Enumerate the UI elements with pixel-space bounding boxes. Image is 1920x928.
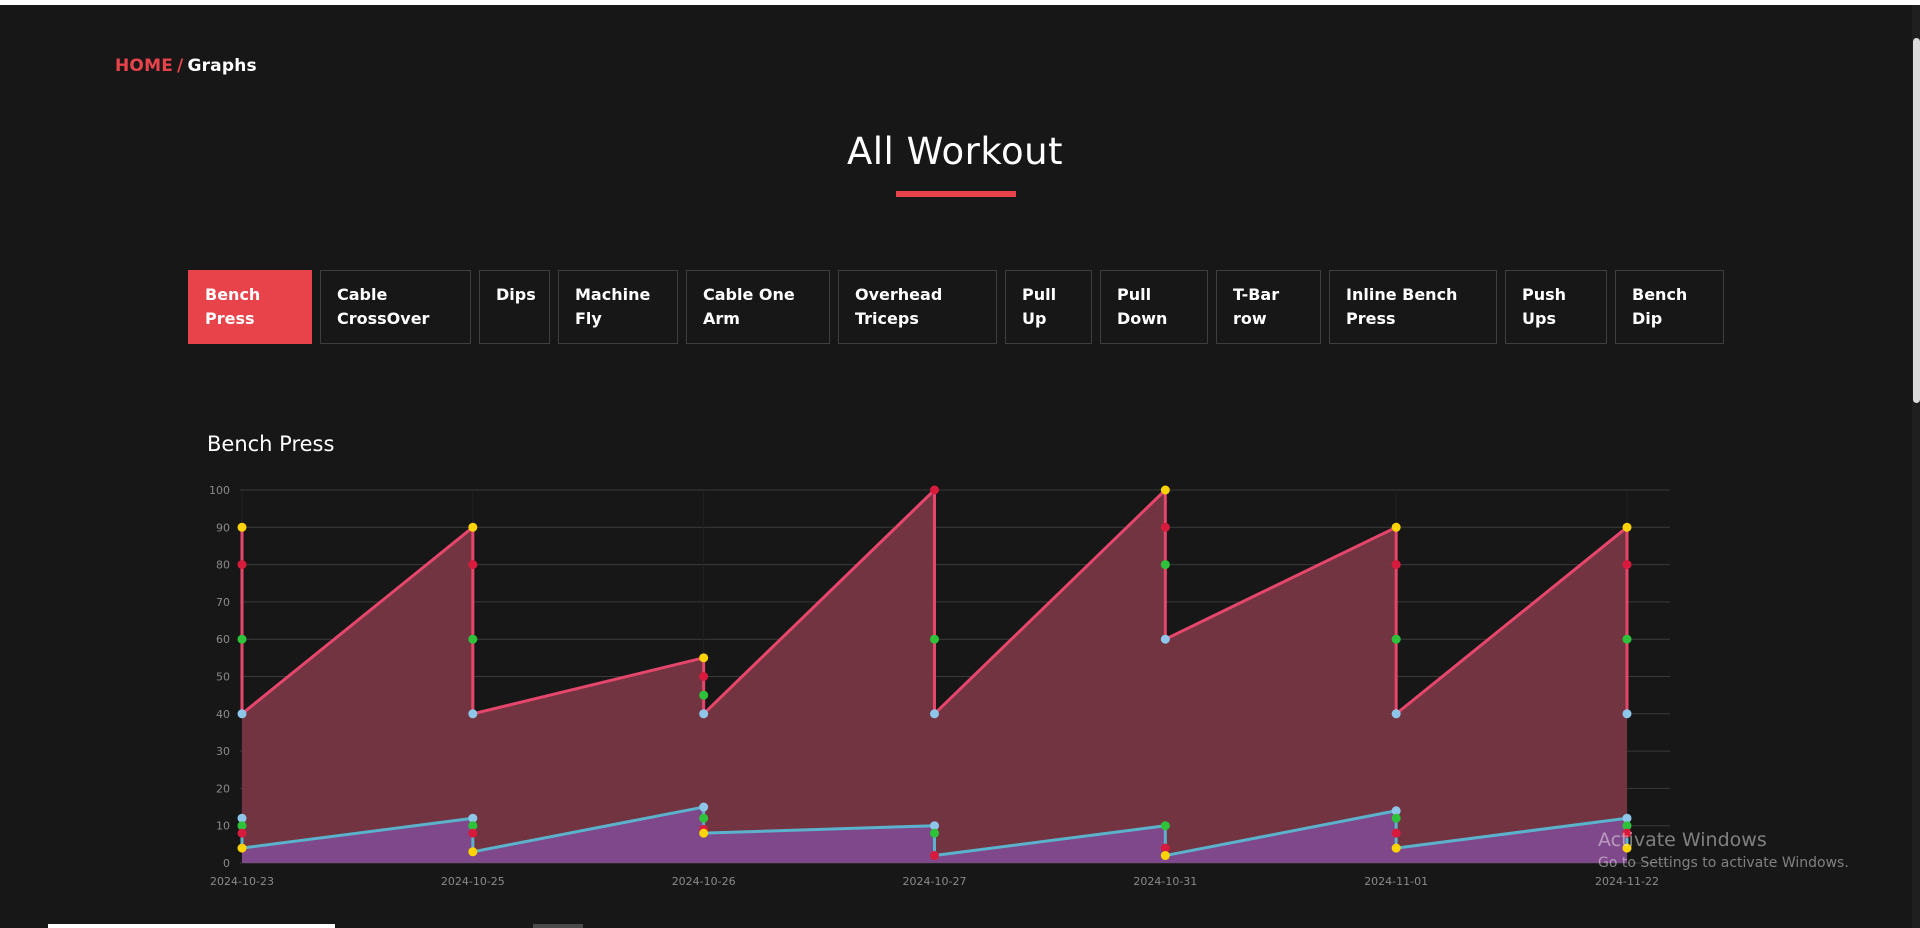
y-tick-label: 50 [216,671,230,684]
tab-pull-up[interactable]: Pull Up [1005,270,1092,344]
breadcrumb-separator: / [177,56,184,76]
breadcrumb: HOME / Graphs [115,56,257,76]
horizontal-scrollbar-segment [533,924,583,928]
tab-push-ups[interactable]: Push Ups [1505,270,1607,344]
title-underline [896,191,1016,197]
tab-dips[interactable]: Dips [479,270,550,344]
x-tick-label: 2024-11-01 [1364,875,1428,888]
data-point [237,828,247,838]
data-point [237,560,247,570]
tab-overhead-triceps[interactable]: Overhead Triceps [838,270,997,344]
exercise-tabs: Bench Press Cable CrossOver Dips Machine… [188,270,1724,344]
tab-inline-bench-press[interactable]: Inline Bench Press [1329,270,1497,344]
data-point [468,709,478,719]
x-tick-label: 2024-10-23 [210,875,274,888]
x-tick-label: 2024-10-27 [903,875,967,888]
y-tick-label: 80 [216,559,230,572]
data-point [468,560,478,570]
data-point [1391,522,1401,532]
y-tick-label: 30 [216,745,230,758]
data-point [1160,634,1170,644]
data-point [699,690,709,700]
tab-t-bar-row[interactable]: T-Bar row [1216,270,1321,344]
data-point [1622,522,1632,532]
x-tick-label: 2024-10-26 [672,875,736,888]
tab-machine-fly[interactable]: Machine Fly [558,270,678,344]
data-point [1391,843,1401,853]
breadcrumb-home-link[interactable]: HOME [115,56,173,76]
tab-pull-down[interactable]: Pull Down [1100,270,1208,344]
tab-cable-one-arm[interactable]: Cable One Arm [686,270,830,344]
data-point [1391,560,1401,570]
data-point [1622,634,1632,644]
y-tick-label: 60 [216,633,230,646]
data-point [1622,709,1632,719]
data-point [699,802,709,812]
y-tick-label: 100 [209,484,230,497]
breadcrumb-current: Graphs [187,56,257,76]
data-point [1160,821,1170,831]
data-point [237,634,247,644]
data-point [1160,485,1170,495]
top-border [0,0,1920,5]
data-point [237,709,247,719]
y-tick-label: 20 [216,782,230,795]
data-point [1391,828,1401,838]
y-tick-label: 0 [223,857,230,870]
data-point [1160,560,1170,570]
data-point [699,828,709,838]
data-point [468,522,478,532]
data-point [930,709,939,719]
tab-bench-dip[interactable]: Bench Dip [1615,270,1724,344]
page-title: All Workout [846,130,1064,173]
vertical-scrollbar-thumb[interactable] [1913,38,1920,403]
data-point [1160,851,1170,861]
y-tick-label: 90 [216,521,230,534]
bench-press-chart: 0 10 20 30 40 50 60 70 80 90 100 2024-10-23 2024-10-… [209,484,1670,888]
data-point [1622,560,1632,570]
y-tick-label: 70 [216,596,230,609]
chart-title: Bench Press [207,432,335,456]
data-point [930,634,939,644]
data-point [699,653,709,663]
data-point [468,847,478,857]
tab-bench-press[interactable]: Bench Press [188,270,312,344]
x-tick-label: 2024-10-31 [1133,875,1197,888]
data-point [930,485,939,495]
data-point [1391,813,1401,823]
data-point [699,672,709,681]
data-point [930,851,939,861]
data-point [237,843,247,853]
horizontal-scrollbar-thumb[interactable] [48,924,335,928]
activate-windows-watermark: Activate Windows Go to Settings to activ… [1598,829,1849,871]
x-tick-label: 2024-11-22 [1595,875,1659,888]
data-point [468,634,478,644]
data-point [699,709,709,719]
watermark-line2: Go to Settings to activate Windows. [1598,855,1849,871]
data-point [1391,709,1401,719]
data-point [699,813,709,823]
data-point [468,828,478,838]
data-point [237,522,247,532]
y-tick-label: 40 [216,708,230,721]
watermark-line1: Activate Windows [1598,829,1767,851]
y-tick-label: 10 [216,820,230,833]
data-point [930,828,939,838]
data-point [1391,634,1401,644]
tab-cable-crossover[interactable]: Cable CrossOver [320,270,471,344]
x-tick-label: 2024-10-25 [441,875,505,888]
data-point [1160,522,1170,532]
